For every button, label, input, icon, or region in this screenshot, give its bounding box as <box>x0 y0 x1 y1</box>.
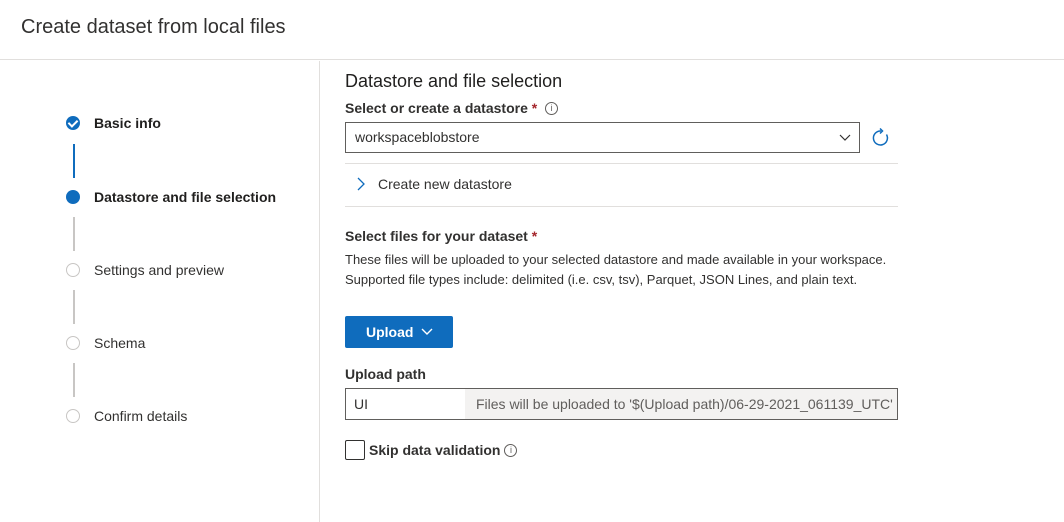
create-new-datastore-label: Create new datastore <box>378 176 512 192</box>
upload-path-field: UI Files will be uploaded to '$(Upload p… <box>345 388 898 420</box>
step-connector <box>73 290 75 324</box>
step-label: Basic info <box>94 115 161 131</box>
step-basic-info[interactable]: Basic info <box>66 115 161 131</box>
upload-path-suffix: Files will be uploaded to '$(Upload path… <box>465 389 897 419</box>
current-step-dot-icon <box>66 190 80 204</box>
empty-step-circle-icon <box>66 263 80 277</box>
step-connector <box>73 217 75 251</box>
chevron-right-icon <box>357 177 365 191</box>
select-files-label: Select files for your dataset * <box>345 228 538 244</box>
step-label: Schema <box>94 335 146 351</box>
wizard-stepper: Basic info Datastore and file selection … <box>0 61 320 522</box>
upload-button-label: Upload <box>366 324 414 340</box>
upload-button[interactable]: Upload <box>345 316 453 348</box>
step-connector <box>73 144 75 178</box>
refresh-icon[interactable] <box>871 128 891 148</box>
create-new-datastore-expander[interactable]: Create new datastore <box>345 163 898 207</box>
upload-path-label: Upload path <box>345 366 426 382</box>
chevron-down-icon <box>421 328 433 335</box>
datastore-selected-value: workspaceblobstore <box>355 129 480 145</box>
upload-path-input[interactable]: UI <box>346 389 465 419</box>
info-icon[interactable]: i <box>545 102 559 115</box>
page-title: Create dataset from local files <box>21 16 286 38</box>
required-marker: * <box>531 228 538 244</box>
step-label: Confirm details <box>94 408 188 424</box>
step-connector <box>73 363 75 397</box>
title-bar: Create dataset from local files <box>0 0 1064 60</box>
required-marker: * <box>531 100 538 116</box>
empty-step-circle-icon <box>66 336 80 350</box>
step-schema[interactable]: Schema <box>66 335 145 351</box>
step-label: Datastore and file selection <box>94 189 277 205</box>
files-description: These files will be uploaded to your sel… <box>345 252 887 287</box>
step-confirm-details[interactable]: Confirm details <box>66 408 187 424</box>
step-label: Settings and preview <box>94 262 224 278</box>
skip-data-validation-label[interactable]: Skip data validation <box>369 442 500 458</box>
chevron-down-icon <box>839 134 851 141</box>
datastore-label: Select or create a datastore * i <box>345 100 559 116</box>
info-icon[interactable]: i <box>504 443 518 457</box>
skip-data-validation-checkbox[interactable] <box>345 440 365 460</box>
step-settings-and-preview[interactable]: Settings and preview <box>66 262 224 278</box>
step-datastore-and-file-selection[interactable]: Datastore and file selection <box>66 189 276 205</box>
section-title: Datastore and file selection <box>345 71 563 91</box>
check-circle-icon <box>66 116 80 130</box>
skip-data-validation-row: Skip data validation i <box>345 440 518 460</box>
datastore-dropdown[interactable]: workspaceblobstore <box>345 122 860 153</box>
empty-step-circle-icon <box>66 409 80 423</box>
